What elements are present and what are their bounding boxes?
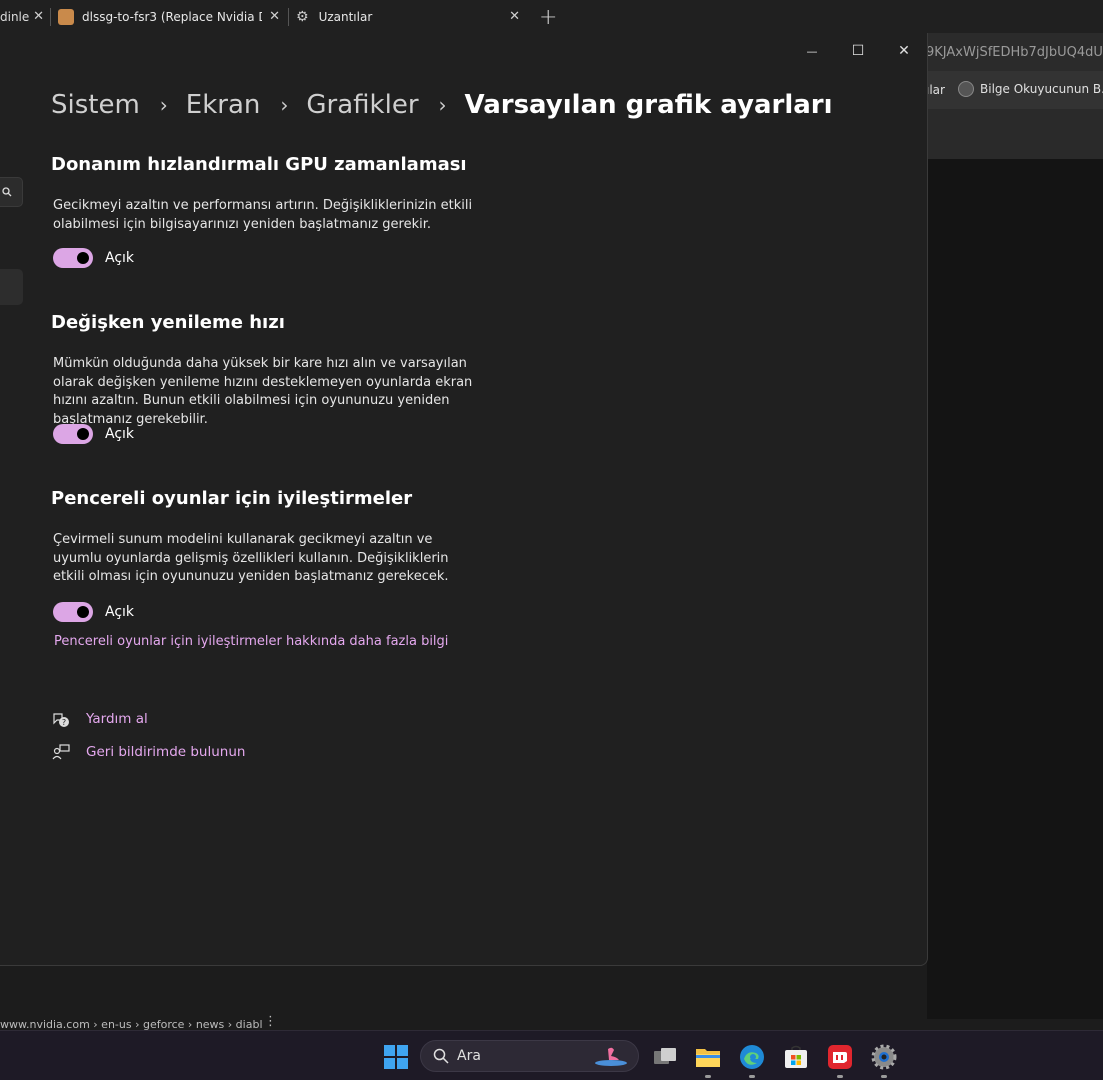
breadcrumb-item-ekran[interactable]: Ekran: [186, 90, 261, 120]
feedback-label: Geri bildirimde bulunun: [86, 744, 246, 760]
task-view-button[interactable]: [652, 1044, 678, 1070]
chevron-right-icon: ›: [438, 93, 447, 117]
section-desc-windowed-games: Çevirmeli sunum modelini kullanarak geci…: [53, 532, 449, 584]
chevron-right-icon: ›: [280, 93, 289, 117]
tab-separator: [50, 8, 51, 26]
breadcrumb-item-grafikler[interactable]: Grafikler: [306, 90, 418, 120]
maximize-icon: ☐: [851, 43, 865, 59]
tab-label: Uzantılar: [318, 10, 373, 24]
section-title-windowed-games: Pencereli oyunlar için iyileştirmeler: [51, 488, 413, 509]
tab-close-icon[interactable]: ✕: [33, 9, 44, 24]
chevron-right-icon: ›: [159, 93, 168, 117]
settings-window: — ☐ ✕ Sistem › Ekran › Grafikler › Varsa…: [0, 33, 928, 966]
search-icon: [2, 187, 12, 197]
learn-more-link[interactable]: Pencereli oyunlar için iyileştirmeler ha…: [54, 634, 448, 649]
toggle-row-gpu-scheduling: Açık: [53, 248, 134, 268]
toggle-state-label: Açık: [105, 604, 135, 620]
puzzle-icon: ⚙: [296, 9, 309, 25]
browser-tabstrip: dinle ✕ dlssg-to-fsr3 (Replace Nvidia DL…: [0, 0, 1103, 33]
running-indicator: [881, 1075, 887, 1078]
bookmark-label: Bilge Okuyucunun B...: [980, 82, 1103, 96]
get-help-label: Yardım al: [86, 711, 148, 727]
running-indicator: [837, 1075, 843, 1078]
tab-favicon-icon: [58, 9, 74, 25]
toggle-knob: [77, 252, 89, 264]
folder-icon: [696, 1049, 720, 1067]
toggle-knob: [77, 428, 89, 440]
tab-label: dlssg-to-fsr3 (Replace Nvidia DLS: [82, 10, 262, 24]
toggle-row-windowed-games: Açık: [53, 602, 134, 622]
tab-close-icon[interactable]: ✕: [269, 9, 280, 24]
store-bag-icon: [785, 1045, 807, 1068]
minimize-button[interactable]: —: [789, 37, 835, 65]
feedback-icon: [52, 743, 70, 761]
web-page-header: [927, 109, 1103, 159]
variable-refresh-toggle[interactable]: [53, 424, 93, 444]
maximize-button[interactable]: ☐: [835, 37, 881, 65]
running-indicator: [705, 1075, 711, 1078]
gear-icon: [871, 1044, 897, 1070]
browser-tab-1[interactable]: dinle ✕: [0, 3, 50, 31]
section-title-gpu-scheduling: Donanım hızlandırmalı GPU zamanlaması: [51, 154, 467, 175]
sidebar-search-input[interactable]: [0, 177, 23, 207]
taskbar: Ara: [0, 1030, 1103, 1080]
gpu-scheduling-toggle[interactable]: [53, 248, 93, 268]
red-app-button[interactable]: [827, 1044, 853, 1070]
search-highlight-flamingo-icon: [594, 1045, 628, 1067]
breadcrumb: Sistem › Ekran › Grafikler › Varsayılan …: [51, 90, 833, 120]
taskbar-search-box[interactable]: Ara: [420, 1040, 639, 1072]
tab-separator: [288, 8, 289, 26]
edge-button[interactable]: [739, 1044, 765, 1070]
page-title: Varsayılan grafik ayarları: [464, 90, 833, 120]
breadcrumb-item-sistem[interactable]: Sistem: [51, 90, 140, 120]
bookmark-item-bilge[interactable]: Bilge Okuyucunun B...: [958, 81, 1103, 97]
section-desc-variable-refresh: Mümkün olduğunda daha yüksek bir kare hı…: [53, 356, 473, 427]
address-bar-url[interactable]: 9KJAxWjSfEDHb7dJbUQ4dUD: [926, 45, 1103, 60]
svg-text:?: ?: [62, 718, 66, 727]
task-view-icon: [654, 1048, 676, 1064]
section-desc-gpu-scheduling: Gecikmeyi azaltın ve performansı artırın…: [53, 198, 473, 232]
get-help-link[interactable]: ? Yardım al: [52, 710, 148, 728]
toggle-state-label: Açık: [105, 426, 135, 442]
section-title-variable-refresh: Değişken yenileme hızı: [51, 312, 285, 333]
settings-button[interactable]: [871, 1044, 897, 1070]
browser-tab-2[interactable]: dlssg-to-fsr3 (Replace Nvidia DLS ✕: [52, 3, 286, 31]
edge-browser-icon: [740, 1045, 764, 1069]
toggle-knob: [77, 606, 89, 618]
running-indicator: [749, 1075, 755, 1078]
start-button[interactable]: [383, 1044, 409, 1070]
feedback-link[interactable]: Geri bildirimde bulunun: [52, 743, 245, 761]
sidebar-item-selected[interactable]: [0, 269, 23, 305]
more-dots-icon[interactable]: ⋮: [264, 1014, 277, 1029]
minimize-icon: —: [806, 44, 818, 58]
web-page-content: [927, 159, 1103, 1019]
file-explorer-button[interactable]: [695, 1044, 721, 1070]
store-button[interactable]: [783, 1044, 809, 1070]
bookmark-item[interactable]: ılar: [926, 83, 945, 97]
help-chat-icon: ?: [52, 710, 70, 728]
red-app-icon: [828, 1045, 852, 1069]
tab-label: dinle: [0, 10, 30, 24]
close-icon: ✕: [898, 43, 910, 59]
windows-logo-icon: [384, 1045, 408, 1069]
new-tab-plus-icon[interactable]: +: [539, 5, 557, 30]
bookmark-favicon-icon: [958, 81, 974, 97]
search-icon: [433, 1048, 449, 1064]
toggle-row-variable-refresh: Açık: [53, 424, 134, 444]
toggle-state-label: Açık: [105, 250, 135, 266]
close-button[interactable]: ✕: [881, 37, 927, 65]
taskbar-search-placeholder: Ara: [457, 1048, 481, 1064]
tab-close-icon[interactable]: ✕: [509, 9, 520, 24]
windowed-games-toggle[interactable]: [53, 602, 93, 622]
browser-tab-3[interactable]: ⚙ Uzantılar ✕: [290, 3, 526, 31]
